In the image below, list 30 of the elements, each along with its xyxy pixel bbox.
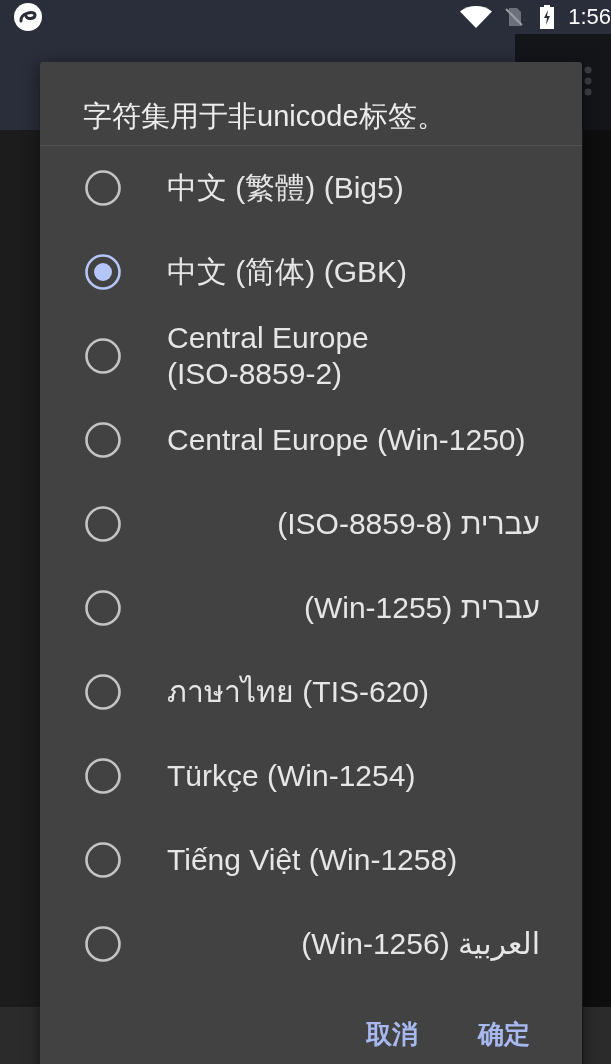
option-label[interactable]: עברית (ISO-8859-8) — [277, 506, 540, 542]
radio-button[interactable] — [85, 758, 121, 794]
no-sim-icon — [504, 7, 525, 27]
bottom-bar — [583, 1007, 611, 1064]
wifi-icon — [460, 6, 493, 28]
radio-button[interactable] — [85, 254, 121, 290]
dialog-title: 字符集用于非unicode标签。 — [83, 100, 446, 132]
dialog-button[interactable]: 确定 — [466, 1010, 542, 1058]
radio-button[interactable] — [85, 674, 121, 710]
battery-charging-icon — [540, 5, 555, 29]
radio-button[interactable] — [85, 926, 121, 962]
bottom-bar — [0, 1007, 40, 1064]
status-time: 1:56 — [568, 4, 611, 30]
option-label[interactable]: 中文 (繁體) (Big5) — [167, 170, 404, 206]
radio-button[interactable] — [85, 338, 121, 374]
option-label[interactable]: 中文 (简体) (GBK) — [167, 254, 407, 290]
option-label[interactable]: Türkçe (Win-1254) — [167, 758, 416, 794]
option-label[interactable]: ภาษาไทย (TIS-620) — [167, 674, 430, 710]
option-label[interactable]: עברית (Win-1255) — [303, 590, 540, 626]
radio-button[interactable] — [85, 170, 121, 206]
option-label[interactable]: العربية (Win-1256) — [301, 926, 540, 962]
radio-button[interactable] — [85, 842, 121, 878]
radio-button[interactable] — [85, 422, 121, 458]
radio-button[interactable] — [85, 590, 121, 626]
swirl-circle-icon — [14, 3, 42, 31]
dialog-button[interactable]: 取消 — [354, 1010, 430, 1058]
option-label[interactable]: Central Europe (Win-1250) — [167, 422, 526, 458]
option-label[interactable]: Central Europe (ISO-8859-2) — [167, 320, 540, 392]
radio-button[interactable] — [85, 506, 121, 542]
option-label[interactable]: Tiếng Việt (Win-1258) — [167, 842, 458, 878]
